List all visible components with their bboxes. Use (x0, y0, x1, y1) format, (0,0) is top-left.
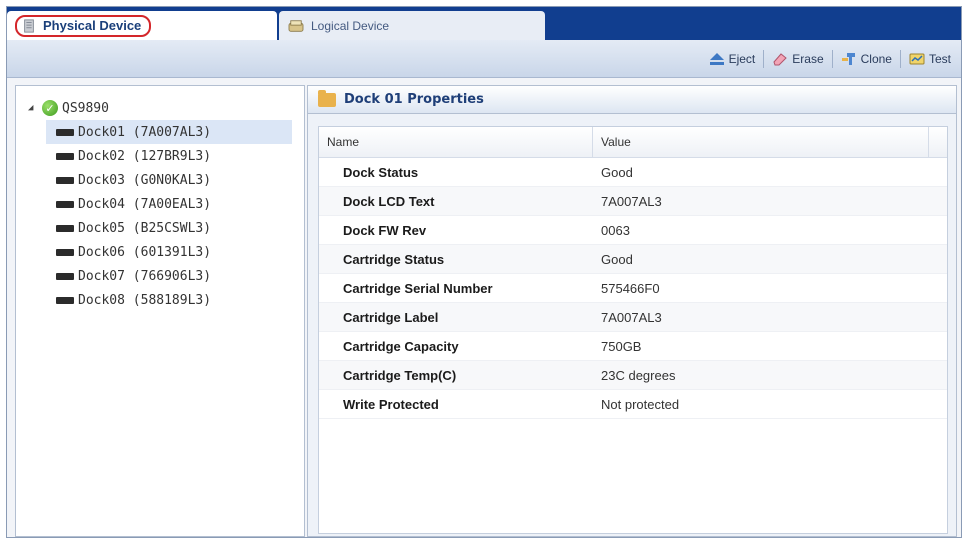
drive-icon (288, 19, 304, 32)
dock-icon (56, 272, 74, 280)
property-name: Cartridge Label (343, 309, 439, 325)
dock-icon (56, 152, 74, 160)
property-name: Cartridge Capacity (343, 338, 459, 354)
expand-arrow-icon[interactable]: ◢ (28, 103, 38, 113)
tab-physical-label: Physical Device (43, 18, 142, 33)
tree-root-label: QS9890 (62, 100, 109, 116)
folder-icon (318, 89, 336, 107)
tree-item-dock04[interactable]: Dock04 (7A00EAL3) (52, 192, 292, 216)
dock-icon (56, 248, 74, 256)
tree-item-dock05[interactable]: Dock05 (B25CSWL3) (52, 216, 292, 240)
tree-item-dock08[interactable]: Dock08 (588189L3) (52, 288, 292, 312)
property-value: 23C degrees (601, 367, 676, 383)
tab-physical-device[interactable]: Physical Device (7, 11, 277, 40)
properties-panel: Dock 01 Properties Name Value Dock Statu… (307, 85, 957, 537)
property-name: Write Protected (343, 396, 439, 412)
properties-grid: Name Value Dock Status Good Dock LCD Tex… (318, 126, 948, 534)
table-row[interactable]: Cartridge Status Good (319, 245, 947, 274)
toolbar-divider (831, 49, 833, 68)
dock-icon (56, 128, 74, 136)
property-value: 7A007AL3 (601, 309, 662, 325)
server-icon (24, 18, 34, 33)
clone-button[interactable]: Clone (835, 52, 898, 66)
eject-label: Eject (728, 51, 756, 66)
properties-title: Dock 01 Properties (344, 92, 484, 107)
tree-item-dock06[interactable]: Dock06 (601391L3) (52, 240, 292, 264)
tree-item-label: Dock06 (601391L3) (78, 244, 212, 260)
table-row[interactable]: Cartridge Serial Number 575466F0 (319, 274, 947, 303)
tab-logical-label: Logical Device (311, 18, 390, 33)
property-name: Cartridge Serial Number (343, 280, 493, 296)
property-value: Good (601, 251, 633, 267)
tree-item-label: Dock08 (588189L3) (78, 292, 212, 308)
property-name: Cartridge Status (343, 251, 445, 267)
table-row[interactable]: Write Protected Not protected (319, 390, 947, 419)
clone-label: Clone (860, 51, 892, 66)
property-name: Cartridge Temp(C) (343, 367, 457, 383)
erase-label: Erase (792, 51, 824, 66)
tree-item-label: Dock02 (127BR9L3) (78, 148, 212, 164)
test-label: Test (928, 51, 951, 66)
tab-strip: Physical Device Logical Device (7, 7, 961, 40)
column-header-value[interactable]: Value (593, 127, 929, 157)
column-header-name[interactable]: Name (319, 127, 593, 157)
property-value: 750GB (601, 338, 642, 354)
property-value: Not protected (601, 396, 680, 412)
toolbar-divider (763, 49, 765, 68)
tree-item-dock07[interactable]: Dock07 (766906L3) (52, 264, 292, 288)
table-row[interactable]: Cartridge Temp(C) 23C degrees (319, 361, 947, 390)
eraser-icon (773, 52, 788, 65)
property-name: Dock FW Rev (343, 222, 427, 238)
eject-button[interactable]: Eject (703, 52, 762, 66)
table-row[interactable]: Cartridge Label 7A007AL3 (319, 303, 947, 332)
property-value: 575466F0 (601, 280, 660, 296)
table-row[interactable]: Dock Status Good (319, 158, 947, 187)
tree-item-dock02[interactable]: Dock02 (127BR9L3) (52, 144, 292, 168)
property-value: Good (601, 164, 633, 180)
tree-root[interactable]: ◢ ✓ QS9890 (28, 98, 109, 118)
app-window: Physical Device Logical Device Eject Era… (6, 6, 962, 538)
tree-item-label: Dock05 (B25CSWL3) (78, 220, 212, 236)
tree-item-label: Dock07 (766906L3) (78, 268, 212, 284)
tree-item-dock03[interactable]: Dock03 (G0N0KAL3) (52, 168, 292, 192)
grid-body: Dock Status Good Dock LCD Text 7A007AL3 … (319, 158, 947, 419)
table-row[interactable]: Dock LCD Text 7A007AL3 (319, 187, 947, 216)
dock-icon (56, 224, 74, 232)
table-row[interactable]: Cartridge Capacity 750GB (319, 332, 947, 361)
tab-logical-device[interactable]: Logical Device (279, 11, 545, 40)
property-name: Dock LCD Text (343, 193, 435, 209)
property-name: Dock Status (343, 164, 419, 180)
property-value: 0063 (601, 222, 630, 238)
dock-icon (56, 200, 74, 208)
column-header-filler (929, 127, 947, 157)
test-button[interactable]: Test (903, 52, 957, 66)
grid-header: Name Value (319, 127, 947, 158)
tab-physical-highlight: Physical Device (15, 14, 152, 37)
toolbar-divider (899, 49, 901, 68)
table-row[interactable]: Dock FW Rev 0063 (319, 216, 947, 245)
tree-item-label: Dock04 (7A00EAL3) (78, 196, 212, 212)
tree-item-label: Dock03 (G0N0KAL3) (78, 172, 212, 188)
eject-icon (709, 52, 724, 65)
erase-button[interactable]: Erase (766, 52, 829, 66)
check-status-icon: ✓ (42, 100, 58, 116)
dock-icon (56, 296, 74, 304)
tree-item-label: Dock01 (7A007AL3) (78, 124, 212, 140)
dock-icon (56, 176, 74, 184)
toolbar: Eject Erase Clone Test (7, 40, 961, 78)
properties-header: Dock 01 Properties (308, 86, 956, 114)
tree-item-dock01[interactable]: Dock01 (7A007AL3) (46, 120, 292, 144)
tree-items: Dock01 (7A007AL3) Dock02 (127BR9L3) Dock… (46, 120, 292, 312)
clone-icon (841, 52, 855, 65)
property-value: 7A007AL3 (601, 193, 662, 209)
device-tree: ◢ ✓ QS9890 Dock01 (7A007AL3) Dock02 (127… (15, 85, 305, 537)
test-icon (909, 53, 925, 64)
